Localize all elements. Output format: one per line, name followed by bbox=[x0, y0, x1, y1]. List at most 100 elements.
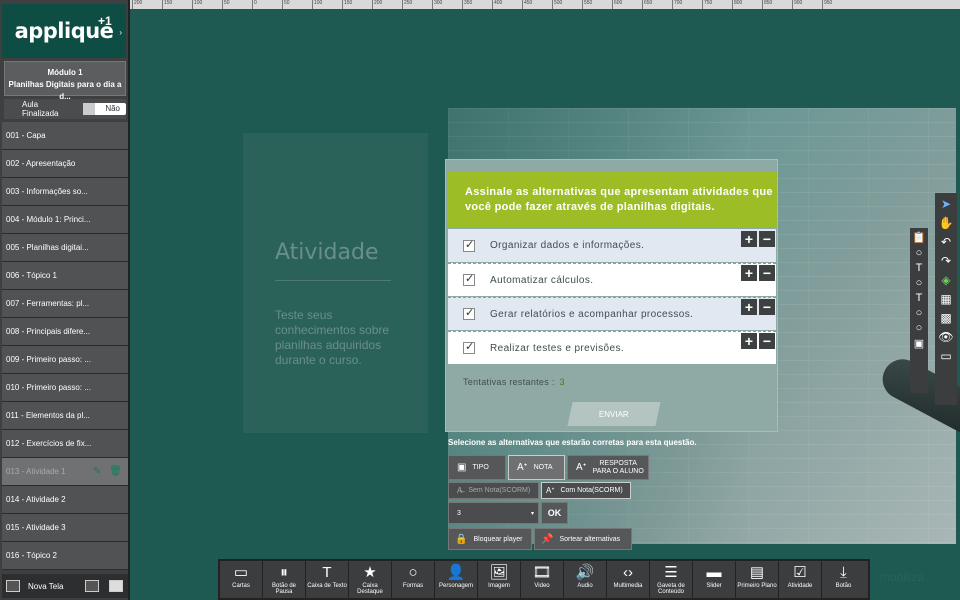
lesson-finalized-toggle[interactable]: Não bbox=[83, 103, 126, 115]
type-button[interactable]: ▣ TIPO bbox=[448, 455, 506, 480]
text-tool-icon[interactable]: T bbox=[916, 292, 923, 304]
page-item[interactable]: 006 - Tópico 1 bbox=[2, 262, 128, 290]
student-answer-button[interactable]: Aᐩ RESPOSTA PARA O ALUNO bbox=[567, 455, 649, 480]
tool-video[interactable]: 🎞 Video bbox=[521, 561, 564, 598]
with-grade-scorm-button[interactable]: Aᐩ Com Nota(SCORM) bbox=[541, 482, 631, 499]
screen-icon[interactable]: ▭ bbox=[940, 349, 951, 363]
tool-multimedia[interactable]: ‹› Multimedia bbox=[607, 561, 650, 598]
submit-label: ENVIAR bbox=[599, 409, 629, 419]
slide-description: Teste seus conhecimentos sobre planilhas… bbox=[275, 308, 390, 367]
circle-tool-icon[interactable]: ○ bbox=[916, 247, 923, 259]
option-checkbox[interactable] bbox=[463, 306, 475, 320]
intro-panel[interactable]: Atividade Teste seus conhecimentos sobre… bbox=[243, 133, 428, 433]
no-grade-icon: A̶ bbox=[457, 486, 463, 495]
circle-tool-icon[interactable]: ○ bbox=[916, 277, 923, 289]
page-item[interactable]: 016 - Tópico 2 bbox=[2, 542, 128, 570]
fullscreen-icon[interactable] bbox=[109, 580, 124, 592]
text-tool-icon[interactable]: T bbox=[916, 262, 923, 274]
grid-icon[interactable]: ▦ bbox=[940, 292, 951, 306]
new-screen-icon[interactable] bbox=[6, 580, 20, 592]
image-tool-icon[interactable]: ▣ bbox=[914, 337, 924, 350]
remove-option-icon[interactable]: − bbox=[759, 265, 775, 281]
edit-pencil-icon[interactable]: ✎ bbox=[93, 466, 101, 477]
remove-option-icon[interactable]: − bbox=[759, 299, 775, 315]
clipboard-icon[interactable]: 📋 bbox=[912, 231, 926, 244]
remove-option-icon[interactable]: − bbox=[759, 231, 775, 247]
tool-image[interactable]: 🖼 Imagem bbox=[478, 561, 521, 598]
tool-highlight-box[interactable]: ★ Caixa Destaque bbox=[349, 561, 392, 598]
submit-button[interactable]: ENVIAR bbox=[567, 402, 661, 426]
quiz-option[interactable]: Organizar dados e informações. bbox=[448, 229, 776, 262]
tool-slider[interactable]: ▬ Slider bbox=[693, 561, 736, 598]
app-logo[interactable]: applique +1 › bbox=[2, 4, 126, 58]
tool-text-box[interactable]: T Caixa de Texto bbox=[306, 561, 349, 598]
page-item[interactable]: 014 - Atividade 2 bbox=[2, 486, 128, 514]
tool-label: Botão bbox=[835, 583, 852, 589]
page-item[interactable]: 012 - Exercícios de fix... bbox=[2, 430, 128, 458]
tool-shapes[interactable]: ○ Formas bbox=[392, 561, 435, 598]
duplicate-screen-icon[interactable] bbox=[85, 580, 100, 592]
collapse-sidebar-icon[interactable]: › bbox=[119, 28, 122, 37]
redo-icon[interactable]: ↷ bbox=[941, 254, 951, 268]
layers-icon[interactable]: ◈ bbox=[941, 273, 950, 287]
tool-foreground[interactable]: ▤ Primeiro Plano bbox=[736, 561, 779, 598]
ruler-tick: 100 bbox=[312, 0, 322, 9]
page-item[interactable]: 007 - Ferramentas: pl... bbox=[2, 290, 128, 318]
option-checkbox[interactable] bbox=[463, 272, 475, 286]
eye-icon[interactable]: 👁 bbox=[938, 330, 953, 344]
pattern-icon[interactable]: ▩ bbox=[940, 311, 951, 325]
module-selector[interactable]: Módulo 1 Planilhas Digitais para o dia a… bbox=[4, 61, 126, 101]
ruler-tick: 350 bbox=[462, 0, 472, 9]
pointer-icon[interactable]: ➤ bbox=[941, 197, 951, 211]
quiz-option[interactable]: Automatizar cálculos. bbox=[448, 263, 776, 296]
tool-button[interactable]: ⤓ Botão bbox=[822, 561, 865, 598]
lock-player-button[interactable]: 🔒 Bloquear player bbox=[448, 528, 532, 550]
tool-pause-button[interactable]: ⏸ Botão de Pausa bbox=[263, 561, 306, 598]
remaining-tries-value: 3 bbox=[559, 377, 565, 387]
tool-activity[interactable]: ☑ Atividade bbox=[779, 561, 822, 598]
trash-icon[interactable]: 🗑 bbox=[109, 466, 122, 477]
add-option-icon[interactable]: + bbox=[741, 265, 757, 281]
option-checkbox[interactable] bbox=[463, 238, 475, 252]
no-grade-label: Sem Nota(SCORM) bbox=[468, 487, 531, 494]
circle-tool-icon[interactable]: ○ bbox=[916, 322, 923, 334]
lock-icon: 🔒 bbox=[455, 533, 468, 545]
tool-character[interactable]: 👤 Personagem bbox=[435, 561, 478, 598]
page-item[interactable]: 009 - Primeiro passo: ... bbox=[2, 346, 128, 374]
hand-icon[interactable]: ✋ bbox=[939, 216, 954, 230]
quiz-option[interactable]: Gerar relatórios e acompanhar processos. bbox=[448, 297, 776, 330]
new-screen-button[interactable]: Nova Tela bbox=[28, 582, 63, 591]
page-item[interactable]: 011 - Elementos da pl... bbox=[2, 402, 128, 430]
remove-option-icon[interactable]: − bbox=[759, 333, 775, 349]
page-item[interactable]: 002 - Apresentação bbox=[2, 150, 128, 178]
page-item[interactable]: 001 - Capa bbox=[2, 122, 128, 150]
circle-tool-icon[interactable]: ○ bbox=[916, 307, 923, 319]
character-icon: 👤 bbox=[446, 564, 466, 581]
add-option-icon[interactable]: + bbox=[741, 299, 757, 315]
page-item[interactable]: 008 - Principais difere... bbox=[2, 318, 128, 346]
page-item[interactable]: 015 - Atividade 3 bbox=[2, 514, 128, 542]
page-item[interactable]: 010 - Primeiro passo: ... bbox=[2, 374, 128, 402]
tool-cards[interactable]: ▭ Cartas bbox=[220, 561, 263, 598]
no-grade-scorm-button[interactable]: A̶ Sem Nota(SCORM) bbox=[448, 482, 539, 499]
remaining-tries-label: Tentativas restantes : bbox=[463, 377, 555, 387]
page-item[interactable]: 004 - Módulo 1: Princi... bbox=[2, 206, 128, 234]
page-item-active[interactable]: 013 - Atividade 1 ✎ 🗑 bbox=[2, 458, 128, 486]
tries-select[interactable]: 3 ▾ bbox=[448, 502, 539, 524]
tool-audio[interactable]: 🔊 Audio bbox=[564, 561, 607, 598]
option-text: Automatizar cálculos. bbox=[490, 274, 594, 286]
add-option-icon[interactable]: + bbox=[741, 333, 757, 349]
tool-label: Formas bbox=[402, 583, 424, 589]
grade-button[interactable]: Aᐩ NOTA bbox=[508, 455, 565, 480]
page-item-label: 016 - Tópico 2 bbox=[6, 551, 57, 560]
option-checkbox[interactable] bbox=[463, 340, 475, 354]
ok-button[interactable]: OK bbox=[541, 502, 568, 524]
add-option-icon[interactable]: + bbox=[741, 231, 757, 247]
page-item[interactable]: 005 - Planilhas digitai... bbox=[2, 234, 128, 262]
tool-content-drawer[interactable]: ☰ Gaveta de Conteúdo bbox=[650, 561, 693, 598]
undo-icon[interactable]: ↶ bbox=[941, 235, 951, 249]
option-controls: + − bbox=[741, 333, 775, 349]
quiz-option[interactable]: Realizar testes e previsões. bbox=[448, 331, 776, 364]
page-item[interactable]: 003 - Informações so... bbox=[2, 178, 128, 206]
shuffle-options-button[interactable]: 📌 Sortear alternativas bbox=[534, 528, 632, 550]
